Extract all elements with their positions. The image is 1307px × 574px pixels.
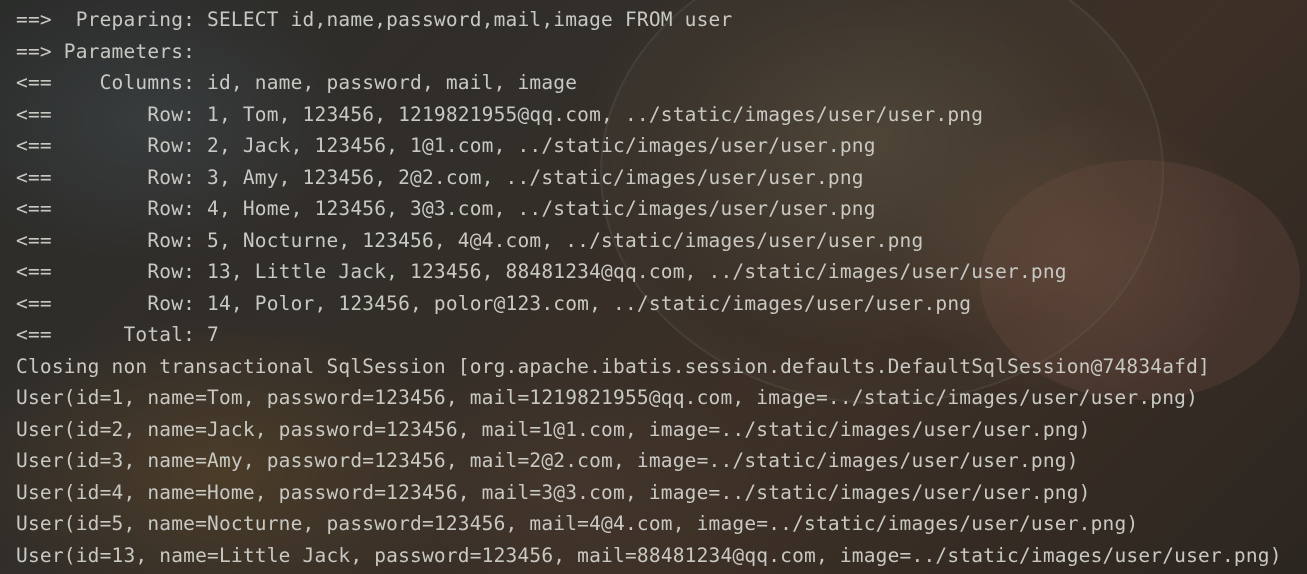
console-line: Closing non transactional SqlSession [or… (16, 354, 1210, 378)
console-line: <== Row: 5, Nocturne, 123456, 4@4.com, .… (16, 228, 924, 252)
console-line: <== Row: 4, Home, 123456, 3@3.com, ../st… (16, 197, 876, 220)
console-line: <== Row: 3, Amy, 123456, 2@2.com, ../sta… (16, 165, 864, 189)
console-line: User(id=3, name=Amy, password=123456, ma… (16, 449, 1079, 472)
console-line: User(id=5, name=Nocturne, password=12345… (16, 512, 1139, 535)
console-output: ==> Preparing: SELECT id,name,password,m… (16, 4, 1282, 571)
console-line: User(id=1, name=Tom, password=123456, ma… (16, 386, 1199, 409)
console-line: <== Total: 7 (16, 323, 219, 346)
console-line: <== Row: 1, Tom, 123456, 1219821955@qq.c… (16, 102, 984, 126)
console-line: User(id=13, name=Little Jack, password=1… (16, 543, 1282, 567)
console-line: User(id=4, name=Home, password=123456, m… (16, 480, 1091, 504)
console-line: <== Columns: id, name, password, mail, i… (16, 71, 578, 94)
console-line: ==> Preparing: SELECT id,name,password,m… (16, 8, 733, 31)
console-line: ==> Parameters: (16, 39, 208, 63)
console-line: User(id=2, name=Jack, password=123456, m… (16, 417, 1091, 441)
console-line: <== Row: 2, Jack, 123456, 1@1.com, ../st… (16, 134, 876, 157)
console-line: <== Row: 14, Polor, 123456, polor@123.co… (16, 291, 972, 315)
console-line: <== Row: 13, Little Jack, 123456, 884812… (16, 260, 1067, 283)
